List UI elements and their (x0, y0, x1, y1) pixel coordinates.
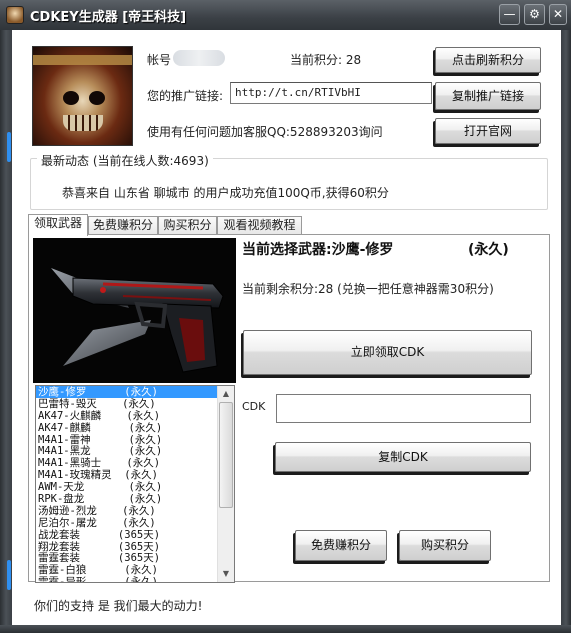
list-item[interactable]: 汤姆逊-烈龙 (永久) (36, 505, 217, 517)
news-message: 恭喜来自 山东省 聊城市 的用户成功充值100Q币,获得60积分 (62, 186, 389, 200)
list-item[interactable]: M4A1-玫瑰精灵 (永久) (36, 469, 217, 481)
list-item[interactable]: 雷霆套装 (365天) (36, 552, 217, 565)
minimize-button[interactable]: — (499, 4, 520, 25)
referral-link-field[interactable]: http://t.cn/RTIVbHI (230, 82, 432, 104)
list-item[interactable]: AK47-麒麟 (永久) (36, 422, 217, 434)
main-surface: 帐号 当前积分: 28 您的推广链接: http://t.cn/RTIVbHI … (12, 30, 561, 625)
cdk-label: CDK (242, 400, 266, 413)
weapon-list-scrollbar[interactable]: ▲ ▼ (217, 386, 234, 582)
scroll-down-icon[interactable]: ▼ (218, 566, 234, 582)
tab-video-tutorial[interactable]: 观看视频教程 (217, 216, 302, 235)
list-item[interactable]: 雷霆-异形 (永久) (36, 576, 217, 582)
list-item[interactable]: 雷霆-白狼 (永久) (36, 564, 217, 576)
selected-weapon-duration: (永久) (468, 242, 509, 258)
list-item[interactable]: RPK-盘龙 (永久) (36, 493, 217, 505)
earn-points-button[interactable]: 免费赚积分 (295, 530, 387, 561)
frame-glow (7, 132, 11, 162)
window-title: CDKEY生成器 [帝王科技] (30, 10, 187, 25)
frame-glow (7, 560, 11, 590)
list-item[interactable]: 战龙套装 (365天) (36, 529, 217, 541)
list-item[interactable]: AWM-天龙 (永久) (36, 481, 217, 493)
selected-weapon-title: 当前选择武器:沙鹰-修罗 (242, 242, 394, 258)
list-item[interactable]: 尼泊尔-屠龙 (永久) (36, 517, 217, 529)
pistol-image (51, 268, 224, 373)
avatar-band (33, 55, 132, 65)
window-frame-bottom (0, 625, 571, 633)
claim-cdk-button[interactable]: 立即领取CDK (243, 330, 532, 375)
open-website-button[interactable]: 打开官网 (435, 118, 541, 144)
username-label: 帐号 (147, 53, 172, 67)
list-item[interactable]: M4A1-黑龙 (永久) (36, 445, 217, 458)
scroll-up-icon[interactable]: ▲ (218, 386, 234, 402)
list-item[interactable]: AK47-火麒麟 (永久) (36, 410, 217, 422)
copy-link-button[interactable]: 复制推广链接 (435, 82, 541, 110)
news-title: 最新动态 (当前在线人数:4693) (37, 152, 213, 169)
app-icon (6, 6, 24, 24)
title-bar[interactable]: CDKEY生成器 [帝王科技] — ⚙ ✕ (0, 0, 571, 30)
tab-claim-weapon[interactable]: 领取武器 (28, 214, 88, 236)
settings-gear-icon[interactable]: ⚙ (524, 4, 545, 25)
skull-jaw (63, 115, 103, 131)
skull-eye (89, 91, 105, 105)
refresh-points-button[interactable]: 点击刷新积分 (435, 47, 541, 73)
scroll-thumb[interactable] (219, 402, 233, 508)
referral-label: 您的推广链接: (147, 89, 224, 103)
weapon-list[interactable]: 沙鹰-修罗 (永久) 巴雷特-毁灭 (永久) AK47-火麒麟 (永久) AK47-麒… (35, 385, 235, 583)
weapon-image (33, 238, 236, 383)
list-item[interactable]: M4A1-雷神 (永久) (36, 434, 217, 446)
avatar (32, 46, 133, 146)
remaining-points-text: 当前剩余积分:28 (兑换一把任意神器需30积分) (242, 282, 494, 296)
tab-free-points[interactable]: 免费赚积分 (88, 216, 158, 235)
support-text: 使用有任何问题加客服QQ:528893203询问 (147, 125, 383, 139)
skull-eye (63, 91, 79, 105)
list-item[interactable]: 巴雷特-毁灭 (永久) (36, 398, 217, 410)
copy-cdk-button[interactable]: 复制CDK (275, 442, 531, 472)
cdk-field[interactable] (276, 394, 531, 423)
list-item[interactable]: 翔龙套装 (365天) (36, 541, 217, 553)
close-button[interactable]: ✕ (549, 4, 567, 25)
footer-slogan: 你们的支持 是 我们最大的动力! (34, 599, 203, 613)
list-item[interactable]: 沙鹰-修罗 (永久) (36, 386, 217, 398)
username-blurred (173, 50, 225, 66)
list-item[interactable]: M4A1-黑骑士 (永久) (36, 457, 217, 469)
buy-points-button[interactable]: 购买积分 (399, 530, 491, 561)
window-frame-left (0, 0, 12, 633)
weapon-list-items: 沙鹰-修罗 (永久) 巴雷特-毁灭 (永久) AK47-火麒麟 (永久) AK47-麒… (36, 386, 234, 582)
tab-buy-points[interactable]: 购买积分 (158, 216, 217, 235)
window-frame-right (561, 0, 571, 633)
points-display: 当前积分: 28 (290, 53, 362, 67)
